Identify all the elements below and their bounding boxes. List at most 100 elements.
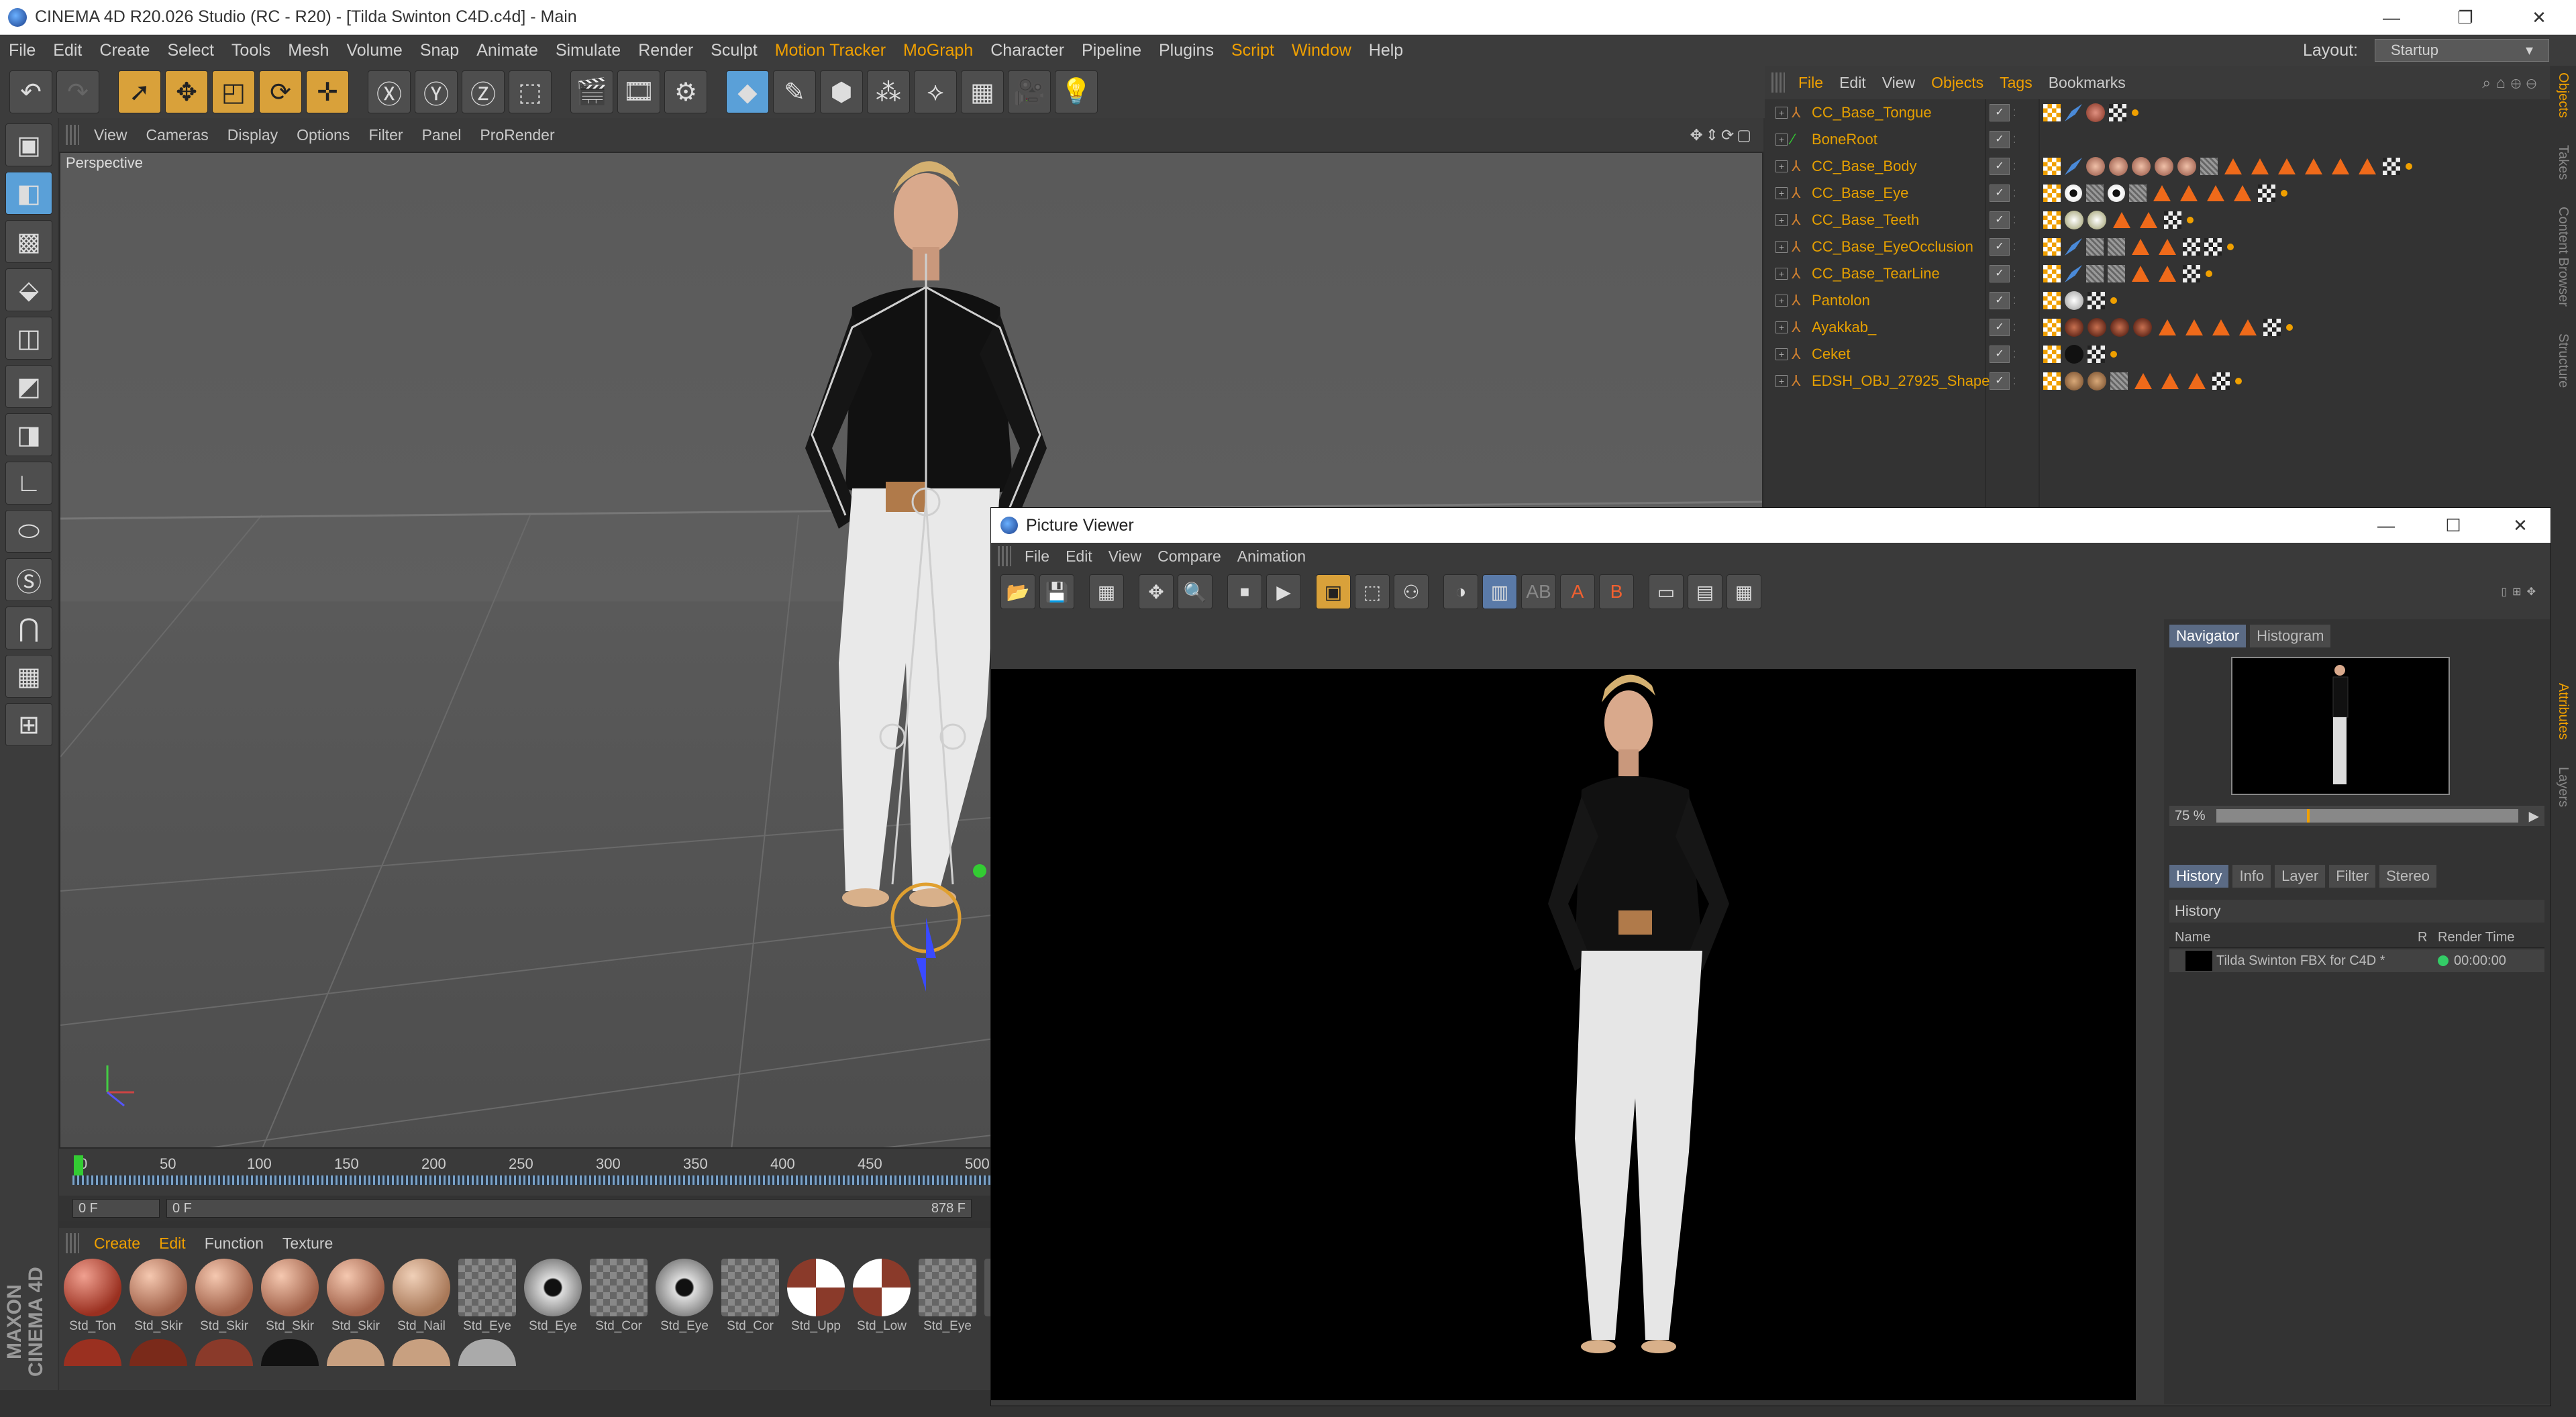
tab-layer[interactable]: Layer <box>2275 865 2326 888</box>
zoom-slider[interactable]: 75 % ▶ <box>2169 806 2544 826</box>
menu-mograph[interactable]: MoGraph <box>894 41 982 60</box>
navigator-thumbnail[interactable] <box>2231 657 2450 795</box>
visibility-toggle-icon[interactable]: ✓ <box>1990 158 2010 175</box>
transform-icon[interactable]: ✛ <box>306 70 349 113</box>
visibility-toggle-icon[interactable]: ✓ <box>1990 104 2010 121</box>
visibility-toggle-icon[interactable]: ✓ <box>1990 372 2010 390</box>
region-render-icon[interactable]: ▣ <box>1316 574 1351 609</box>
layout-1-icon[interactable]: ▭ <box>1649 574 1684 609</box>
menu-motion-tracker[interactable]: Motion Tracker <box>766 41 894 60</box>
object-row[interactable]: + ⅄ CC_Base_Eye ✓ ⁚ <box>1765 180 2550 207</box>
navigate-icon[interactable]: ✥ <box>1139 574 1174 609</box>
expand-icon[interactable]: + <box>1775 187 1788 199</box>
pen-spline-icon[interactable]: ✎ <box>773 70 816 113</box>
render-picture-viewer-icon[interactable]: 🎞 <box>617 70 660 113</box>
set-a-icon[interactable]: A <box>1560 574 1595 609</box>
object-row[interactable]: + ⅄ CC_Base_Teeth ✓ ⁚ <box>1765 207 2550 233</box>
axis-mode-icon[interactable]: ∟ <box>5 462 52 505</box>
menu-animate[interactable]: Animate <box>468 41 547 60</box>
viewport-menu-filter[interactable]: Filter <box>359 126 412 144</box>
col-render-time[interactable]: Render Time <box>2438 930 2515 945</box>
material-item[interactable]: Std_Eye <box>655 1259 714 1334</box>
visibility-toggle-icon[interactable]: ✓ <box>1990 238 2010 256</box>
viewport-menu-cameras[interactable]: Cameras <box>136 126 217 144</box>
subdivision-icon[interactable]: ⬢ <box>820 70 863 113</box>
object-row[interactable]: + ⁄ BoneRoot ✓ ⁚ <box>1765 126 2550 153</box>
material-item[interactable]: Std_Ton <box>63 1259 122 1334</box>
interactive-region-icon[interactable]: ⬚ <box>1355 574 1390 609</box>
visibility-toggle-icon[interactable]: ✓ <box>1990 319 2010 336</box>
material-item[interactable] <box>392 1339 451 1366</box>
side-tab-objects[interactable]: Objects <box>2555 72 2571 118</box>
history-row[interactable]: Tilda Swinton FBX for C4D * 00:00:00 <box>2169 949 2544 972</box>
expand-icon[interactable]: + <box>1775 107 1788 119</box>
tab-history[interactable]: History <box>2169 865 2229 888</box>
material-item[interactable]: Std_Cor <box>589 1259 648 1334</box>
menu-plugins[interactable]: Plugins <box>1150 41 1223 60</box>
restore-button[interactable]: ❐ <box>2428 0 2502 35</box>
visibility-toggle-icon[interactable]: ✓ <box>1990 211 2010 229</box>
move-icon[interactable]: ✥ <box>165 70 208 113</box>
material-item[interactable] <box>63 1339 122 1366</box>
obj-menu-file[interactable]: File <box>1790 74 1831 92</box>
split-view-icon[interactable]: ▥ <box>1482 574 1517 609</box>
material-item[interactable]: Std_Cor <box>721 1259 780 1334</box>
viewport-menu-display[interactable]: Display <box>218 126 287 144</box>
expand-icon[interactable]: + <box>1775 268 1788 280</box>
open-icon[interactable]: 📂 <box>1000 574 1035 609</box>
menu-simulate[interactable]: Simulate <box>547 41 629 60</box>
object-row[interactable]: + ⅄ CC_Base_Body ✓ ⁚ <box>1765 153 2550 180</box>
layout-2-icon[interactable]: ▤ <box>1688 574 1722 609</box>
viewport-menu-panel[interactable]: Panel <box>413 126 471 144</box>
material-menu-edit[interactable]: Edit <box>150 1235 195 1253</box>
obj-menu-view[interactable]: View <box>1874 74 1923 92</box>
obj-menu-edit[interactable]: Edit <box>1831 74 1874 92</box>
menu-edit[interactable]: Edit <box>44 41 91 60</box>
coordinate-system-icon[interactable]: ⬚ <box>509 70 552 113</box>
material-item[interactable]: Std_Skir <box>129 1259 188 1334</box>
pv-menu-edit[interactable]: Edit <box>1058 547 1100 566</box>
texture-mode-icon[interactable]: ▩ <box>5 220 52 263</box>
zoom-track[interactable] <box>2216 809 2518 823</box>
model-mode-icon[interactable]: ◧ <box>5 172 52 215</box>
side-tab-takes[interactable]: Takes <box>2555 145 2571 180</box>
menu-sculpt[interactable]: Sculpt <box>702 41 766 60</box>
render-settings-icon[interactable]: ⚙ <box>664 70 707 113</box>
tweak-mode-icon[interactable]: ⬭ <box>5 510 52 553</box>
save-icon[interactable]: 💾 <box>1039 574 1074 609</box>
material-item[interactable] <box>326 1339 385 1366</box>
panel-grip-icon[interactable] <box>66 1233 79 1253</box>
zoom-icon[interactable]: 🔍 <box>1178 574 1213 609</box>
menu-file[interactable]: File <box>0 41 44 60</box>
material-item[interactable]: Std_Skir <box>326 1259 385 1334</box>
timeline-track[interactable] <box>72 1175 992 1185</box>
menu-window[interactable]: Window <box>1283 41 1360 60</box>
material-menu-create[interactable]: Create <box>85 1235 150 1253</box>
rotate-icon[interactable]: ⟳ <box>259 70 302 113</box>
edges-mode-icon[interactable]: ◩ <box>5 365 52 408</box>
menu-render[interactable]: Render <box>629 41 702 60</box>
expand-icon[interactable]: + <box>1775 321 1788 333</box>
side-tab-content-browser[interactable]: Content Browser <box>2555 207 2571 307</box>
expand-icon[interactable]: + <box>1775 134 1788 146</box>
stop-render-icon[interactable]: ⏹ <box>1227 574 1262 609</box>
material-item[interactable]: Std_Skir <box>260 1259 319 1334</box>
material-item[interactable] <box>458 1339 517 1366</box>
points-mode-icon[interactable]: ◫ <box>5 317 52 360</box>
pv-menu-file[interactable]: File <box>1017 547 1058 566</box>
pv-menu-view[interactable]: View <box>1100 547 1149 566</box>
y-axis-icon[interactable]: Ⓨ <box>415 70 458 113</box>
expand-icon[interactable]: + <box>1775 348 1788 360</box>
object-row[interactable]: + ⅄ CC_Base_Tongue ✓ ⁚ <box>1765 99 2550 126</box>
tab-navigator[interactable]: Navigator <box>2169 625 2247 647</box>
visibility-toggle-icon[interactable]: ✓ <box>1990 346 2010 363</box>
viewport-menu-options[interactable]: Options <box>287 126 359 144</box>
tab-filter[interactable]: Filter <box>2329 865 2376 888</box>
menu-select[interactable]: Select <box>158 41 222 60</box>
material-item[interactable] <box>260 1339 319 1366</box>
planar-workplane-icon[interactable]: ⊞ <box>5 703 52 746</box>
object-row[interactable]: + ⅄ CC_Base_EyeOcclusion ✓ ⁚ <box>1765 233 2550 260</box>
side-tab-attributes[interactable]: Attributes <box>2555 683 2571 739</box>
side-tab-layers[interactable]: Layers <box>2555 767 2571 807</box>
cloner-icon[interactable]: ⁂ <box>867 70 910 113</box>
